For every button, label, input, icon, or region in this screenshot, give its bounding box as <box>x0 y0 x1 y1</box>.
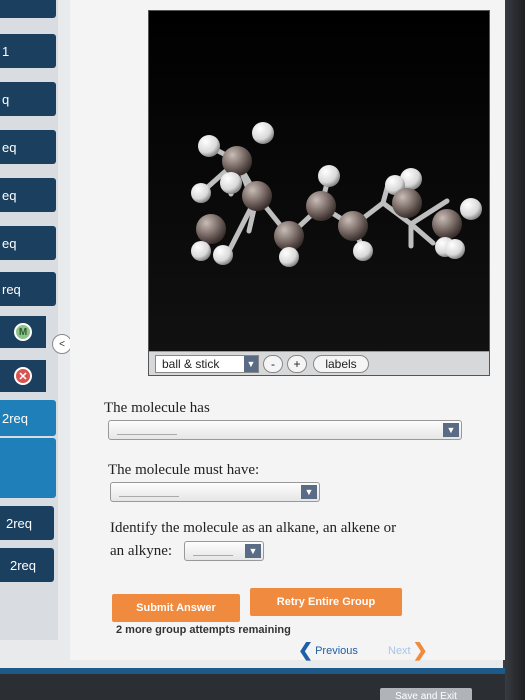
sidebar-item-label: 2req <box>10 557 37 573</box>
sidebar-item-3[interactable]: eq <box>0 130 56 164</box>
sidebar-item-m[interactable]: M <box>0 316 46 348</box>
bottom-strip <box>0 668 505 674</box>
sidebar-item-label: 2req <box>2 410 29 426</box>
labels-toggle-button[interactable]: labels <box>313 354 369 373</box>
incorrect-x-icon: ✕ <box>14 367 32 385</box>
question-2-dropdown[interactable]: ▼ <box>110 482 320 502</box>
mastery-m-icon: M <box>14 323 32 341</box>
sidebar-item-label: req <box>2 281 21 297</box>
sidebar-part-2req-a[interactable]: 2req <box>0 400 56 436</box>
sidebar-item-0[interactable] <box>0 0 56 18</box>
dropdown-blank <box>193 555 233 556</box>
monitor-bezel <box>503 0 525 700</box>
sidebar-item-label: eq <box>2 235 17 251</box>
question-1-text: The molecule has <box>104 400 210 416</box>
collapse-sidebar-button[interactable]: < <box>52 334 72 354</box>
question-3-text-line1: Identify the molecule as an alkane, an a… <box>110 520 397 536</box>
sidebar-part-2req-c[interactable]: 2req <box>0 548 54 582</box>
display-mode-value: ball & stick <box>162 356 220 371</box>
chevron-down-icon: ▼ <box>245 544 261 558</box>
zoom-in-button[interactable]: + <box>287 354 307 373</box>
next-label: Next <box>388 644 411 657</box>
chevron-down-icon: ▼ <box>301 485 317 499</box>
sidebar-item-x[interactable]: ✕ <box>0 360 46 392</box>
chevron-down-icon: ▼ <box>443 423 459 437</box>
dropdown-blank <box>119 496 179 497</box>
save-and-exit-button[interactable]: Save and Exit <box>380 688 472 700</box>
sidebar-item-1[interactable]: 1 <box>0 34 56 68</box>
retry-entire-group-button[interactable]: Retry Entire Group <box>250 588 402 616</box>
chevron-left-icon: < <box>59 338 65 350</box>
molecule-model-image <box>149 11 489 351</box>
dropdown-blank <box>117 434 177 435</box>
sidebar-item-label: 1 <box>2 43 10 59</box>
chevron-down-icon: ▼ <box>244 355 258 372</box>
question-3-text-line2: an alkyne: <box>110 543 173 559</box>
molecule-viewer[interactable]: ball & stick ▼ - + labels <box>148 10 490 376</box>
chevron-left-icon: ❮ <box>298 640 314 660</box>
zoom-out-button[interactable]: - <box>263 354 283 373</box>
question-1-dropdown[interactable]: ▼ <box>108 420 462 440</box>
sidebar-item-4[interactable]: eq <box>0 178 56 212</box>
attempts-remaining-text: 2 more group attempts remaining <box>116 624 291 636</box>
previous-button[interactable]: ❮ Previous <box>296 640 358 661</box>
display-mode-select[interactable]: ball & stick ▼ <box>155 354 259 373</box>
sidebar-item-label: 2req <box>6 515 33 531</box>
sidebar-item-label: q <box>2 91 10 107</box>
question-3-dropdown[interactable]: ▼ <box>184 541 264 561</box>
sidebar-part-2req-b[interactable]: 2req <box>0 506 54 540</box>
submit-answer-button[interactable]: Submit Answer <box>112 594 240 622</box>
question-2-text: The molecule must have: <box>108 462 260 478</box>
viewer-toolbar: ball & stick ▼ - + labels <box>149 351 489 375</box>
sidebar: 1 q eq eq eq req M ✕ 2req 2req 2req <box>0 0 58 640</box>
next-button[interactable]: Next ❯ <box>388 640 430 661</box>
sidebar-item-5[interactable]: eq <box>0 226 56 260</box>
sidebar-item-label: eq <box>2 139 17 155</box>
sidebar-item-label: eq <box>2 187 17 203</box>
sidebar-part-blank[interactable] <box>0 438 56 498</box>
sidebar-item-6[interactable]: req <box>0 272 56 306</box>
sidebar-item-2[interactable]: q <box>0 82 56 116</box>
previous-label: Previous <box>315 644 358 657</box>
chevron-right-icon: ❯ <box>412 640 428 660</box>
